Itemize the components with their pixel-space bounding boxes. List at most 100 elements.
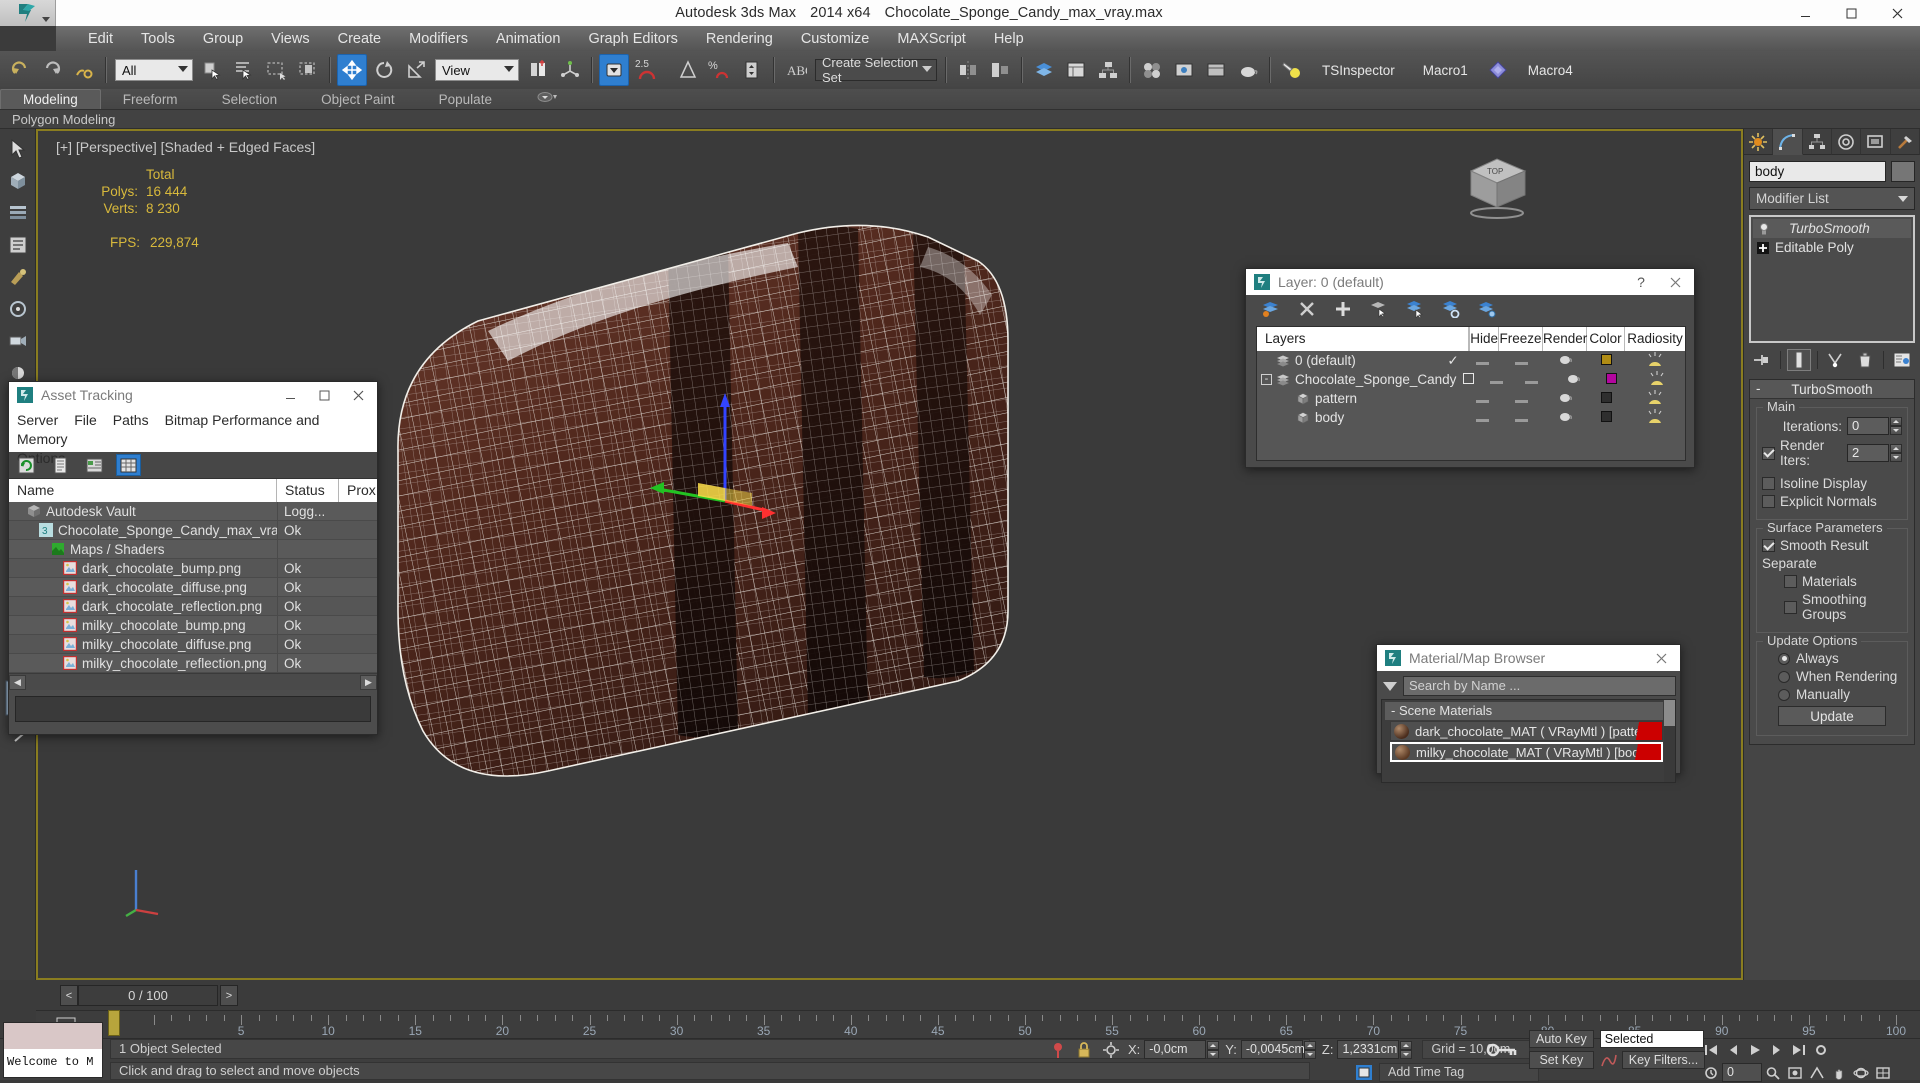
menu-item-customize[interactable]: Customize — [787, 28, 884, 50]
table-row[interactable]: 0 (default) ✓ — [1257, 351, 1685, 370]
at-menu-file[interactable]: File — [74, 412, 97, 428]
layer-name-cell[interactable]: pattern — [1257, 391, 1440, 406]
asset-name-cell[interactable]: 3 Chocolate_Sponge_Candy_max_vray.max — [9, 523, 277, 538]
explicit-normals-checkbox[interactable] — [1762, 495, 1775, 508]
orbit-view-button[interactable] — [1850, 1064, 1872, 1082]
viewport-label[interactable]: [+] [Perspective] [Shaded + Edged Faces] — [56, 139, 315, 155]
layer-current-cell[interactable]: ✓ — [1440, 353, 1466, 369]
material-editor-button[interactable] — [1137, 54, 1167, 86]
macro-4-icon-button[interactable] — [1483, 54, 1513, 86]
object-name-field[interactable]: body — [1749, 161, 1886, 182]
tool-select-icon-button[interactable] — [3, 134, 33, 164]
layer-name-cell[interactable]: 0 (default) — [1257, 353, 1440, 368]
application-menu-button[interactable] — [0, 0, 56, 26]
modify-tab[interactable] — [1773, 129, 1803, 155]
iterations-field[interactable]: 0 — [1847, 417, 1889, 435]
smooth-result-row[interactable]: Smooth Result — [1762, 538, 1902, 553]
layer-hide-cell[interactable] — [1466, 391, 1499, 406]
next-frame-button[interactable] — [1766, 1041, 1788, 1059]
modifier-stack-item-editable-poly[interactable]: Editable Poly — [1753, 238, 1911, 257]
asset-name-cell[interactable]: dark_chocolate_diffuse.png — [9, 580, 277, 595]
tool-paint-icon-button[interactable] — [3, 262, 33, 292]
ribbon-tab-freeform[interactable]: Freeform — [101, 90, 200, 109]
next-frame-button[interactable]: > — [220, 985, 238, 1006]
snaps-toggle-button[interactable] — [599, 54, 629, 86]
mini-listener-pink-pane[interactable] — [4, 1023, 102, 1049]
explicit-normals-row[interactable]: Explicit Normals — [1762, 494, 1902, 509]
layer-radiosity-cell[interactable] — [1625, 408, 1685, 427]
minimize-button[interactable] — [1782, 0, 1828, 26]
key-icon[interactable] — [1485, 1040, 1519, 1060]
render-setup-button[interactable] — [1169, 54, 1199, 86]
reference-coordinate-system-combo[interactable]: View — [435, 59, 519, 81]
time-slider-handle[interactable] — [108, 1010, 120, 1036]
layer-hide-cell[interactable] — [1466, 353, 1499, 368]
at-grid-view-button[interactable] — [116, 454, 141, 476]
layer-column-freeze[interactable]: Freeze — [1499, 327, 1543, 351]
separate-smoothing-groups-row[interactable]: Smoothing Groups — [1762, 592, 1902, 622]
layer-radiosity-cell[interactable] — [1629, 370, 1685, 389]
layer-render-cell[interactable] — [1543, 352, 1587, 369]
tool-box-icon-button[interactable] — [3, 166, 33, 196]
keyframe-number-field[interactable]: 0 — [1722, 1063, 1762, 1082]
ribbon-tab-modeling[interactable]: Modeling — [0, 89, 101, 109]
material-list-scrollbar[interactable] — [1664, 700, 1675, 782]
table-row[interactable]: body — [1257, 408, 1685, 427]
ribbon-tab-selection[interactable]: Selection — [200, 90, 300, 109]
spinner-snap-toggle-button[interactable] — [737, 54, 767, 86]
previous-frame-button[interactable] — [1722, 1041, 1744, 1059]
layer-manager-button[interactable] — [1029, 54, 1059, 86]
schematic-view-button[interactable] — [1093, 54, 1123, 86]
asset-tracking-window[interactable]: Asset Tracking Server File Paths Bitmap Per… — [8, 381, 378, 735]
lock-icon[interactable] — [1076, 1041, 1092, 1059]
view-cube[interactable]: TOP — [1451, 149, 1541, 221]
render-iters-checkbox[interactable] — [1762, 446, 1775, 460]
render-iters-spinner[interactable] — [1890, 444, 1902, 462]
select-and-link-button[interactable] — [69, 54, 99, 86]
layer-current-cell[interactable] — [1456, 372, 1480, 387]
x-spinner[interactable] — [1207, 1040, 1220, 1059]
render-iters-field[interactable]: 2 — [1847, 444, 1889, 462]
at-menu-paths[interactable]: Paths — [113, 412, 149, 428]
scene-explorer-button[interactable] — [1061, 54, 1091, 86]
material-browser-list[interactable]: - Scene Materials dark_chocolate_MAT ( V… — [1381, 699, 1676, 783]
at-list-view-button[interactable] — [48, 454, 73, 476]
menu-item-create[interactable]: Create — [324, 28, 396, 50]
layer-color-cell[interactable] — [1594, 372, 1629, 387]
asset-name-cell[interactable]: dark_chocolate_bump.png — [9, 561, 277, 576]
x-field[interactable]: -0,0cm — [1144, 1040, 1207, 1059]
asset-tracking-maximize[interactable] — [307, 383, 341, 407]
at-menu-bitmap[interactable]: Bitmap Performance and Memory — [17, 412, 319, 447]
update-always-radio[interactable] — [1778, 652, 1790, 665]
separate-materials-row[interactable]: Materials — [1762, 574, 1902, 589]
create-tab[interactable] — [1744, 129, 1774, 155]
menu-item-graph-editors[interactable]: Graph Editors — [574, 28, 691, 50]
rendered-frame-window-button[interactable] — [1201, 54, 1231, 86]
ribbon-overflow-button[interactable] — [514, 89, 580, 109]
key-filters-button[interactable]: Key Filters... — [1621, 1051, 1706, 1069]
macro-4-label[interactable]: Macro4 — [1514, 60, 1587, 81]
motion-tab[interactable] — [1831, 129, 1862, 155]
table-row[interactable]: Autodesk Vault Logg... — [9, 501, 377, 521]
separate-smoothing-groups-checkbox[interactable] — [1784, 600, 1797, 614]
material-search-input[interactable]: Search by Name ... — [1403, 676, 1676, 696]
time-tag-icon[interactable] — [1355, 1064, 1373, 1081]
layer-column-layers[interactable]: Layers — [1257, 327, 1470, 351]
layer-freeze-cell[interactable] — [1499, 353, 1543, 368]
ribbon-tab-object-paint[interactable]: Object Paint — [299, 90, 417, 109]
select-by-name-button[interactable] — [229, 54, 259, 86]
list-item[interactable]: milky_chocolate_MAT ( VRayMtl ) [body] — [1390, 742, 1663, 762]
redo-button[interactable] — [37, 54, 67, 86]
layer-freeze-cell[interactable] — [1499, 410, 1543, 425]
mirror-button[interactable] — [953, 54, 983, 86]
select-and-manipulate-button[interactable] — [555, 54, 585, 86]
highlight-selected-objects-layers-button[interactable] — [1436, 297, 1466, 321]
macro-tsinspector-icon-button[interactable] — [1277, 54, 1307, 86]
material-browser-close[interactable] — [1644, 646, 1678, 670]
expand-toggle-icon[interactable]: - — [1261, 374, 1272, 385]
pan-view-button[interactable] — [1828, 1064, 1850, 1082]
layer-freeze-cell[interactable] — [1499, 391, 1543, 406]
hierarchy-tab[interactable] — [1802, 129, 1832, 155]
asset-tracking-path-field[interactable] — [15, 696, 371, 722]
tool-camera-icon-button[interactable] — [3, 326, 33, 356]
